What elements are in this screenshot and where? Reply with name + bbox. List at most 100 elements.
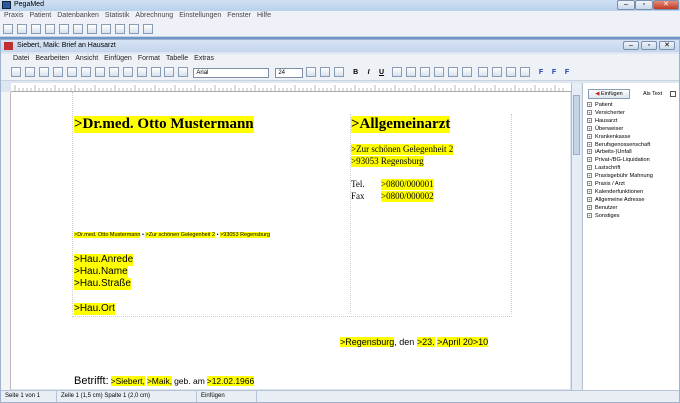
expand-icon[interactable]: + [587,181,592,187]
tree-item[interactable]: + Praxisgebühr Mahnung [587,173,680,181]
tree-item[interactable]: + iArbeits-)Unfall [587,149,680,157]
doc-close-button[interactable]: ✕ [659,41,675,50]
chart-icon[interactable] [128,24,139,34]
border-icon[interactable] [392,67,403,77]
tree-item[interactable]: + Lastschrift [587,165,680,173]
align-middle-icon[interactable] [334,67,345,77]
maximize-button[interactable]: ▫ [635,0,653,10]
calendar-icon[interactable] [44,24,55,34]
as-text-checkbox[interactable] [670,91,676,97]
card-icon[interactable] [16,24,27,34]
letter-icon[interactable] [142,24,153,34]
paste-icon[interactable] [108,67,119,77]
expand-icon[interactable]: + [587,196,592,202]
tree-item[interactable]: + Privat-/BG-Liquidation [587,157,680,165]
tree-item[interactable]: + Kalenderfunktionen [587,189,680,197]
table-icon[interactable] [164,67,175,77]
spellcheck-icon[interactable] [150,67,161,77]
tree-item[interactable]: + Überweiser [587,126,680,134]
tree-item[interactable]: + Sonstiges [587,213,680,221]
patient-icon[interactable] [30,24,41,34]
document-page[interactable]: >Dr.med. Otto Mustermann >Allgemeinarzt … [11,92,570,389]
expand-icon[interactable]: + [587,109,592,115]
folder-icon[interactable] [58,24,69,34]
style-icon[interactable] [306,67,317,77]
undo-icon[interactable] [52,67,63,77]
field-button-1[interactable]: F [537,68,546,78]
list-bullets-icon[interactable] [461,67,472,77]
doc-restore-button[interactable]: ▫ [641,41,657,50]
tree-item[interactable]: + Versicherter [587,110,680,118]
expand-icon[interactable]: + [587,133,592,139]
expand-icon[interactable]: + [587,149,592,155]
expand-icon[interactable]: + [587,188,592,194]
paragraph-icon[interactable] [136,67,147,77]
redo-icon[interactable] [66,67,77,77]
font-size-select[interactable]: 24 [275,68,304,78]
justify-icon[interactable] [519,67,530,77]
menu-einfuegen[interactable]: Einfügen [104,55,132,62]
edit-icon[interactable] [100,24,111,34]
font-family-select[interactable]: Arial [193,68,270,78]
menu-fenster[interactable]: Fenster [227,12,251,19]
field-button-3[interactable]: F [562,68,571,78]
align-center-icon[interactable] [491,67,502,77]
horizontal-ruler[interactable] [11,83,571,92]
outdent-icon[interactable] [447,67,458,77]
italic-button[interactable]: I [364,68,373,78]
menu-extras[interactable]: Extras [194,55,214,62]
note-icon[interactable] [86,24,97,34]
menu-format[interactable]: Format [138,55,160,62]
vertical-scrollbar[interactable] [571,83,581,390]
print-preview-icon[interactable] [38,67,49,77]
menu-praxis[interactable]: Praxis [4,12,23,19]
tree-item[interactable]: + Allgemeine Adresse [587,197,680,205]
expand-icon[interactable]: + [587,117,592,123]
tree-item[interactable]: + Hausarzt [587,118,680,126]
underline-button[interactable]: U [377,68,386,78]
expand-icon[interactable]: + [587,157,592,163]
find-icon[interactable] [122,67,133,77]
save-icon[interactable] [24,67,35,77]
scroll-thumb[interactable] [573,95,580,155]
list-icon[interactable] [72,24,83,34]
menu-datei[interactable]: Datei [13,55,29,62]
cut-icon[interactable] [80,67,91,77]
bold-button[interactable]: B [351,68,360,78]
menu-bearbeiten[interactable]: Bearbeiten [35,55,69,62]
tree-item[interactable]: + Praxis / Arzt [587,181,680,189]
tree-item[interactable]: + Patient [587,102,680,110]
menu-ansicht[interactable]: Ansicht [75,55,98,62]
align-left-icon[interactable] [477,67,488,77]
align-top-icon[interactable] [320,67,331,77]
expand-icon[interactable]: + [587,165,592,171]
tree-item[interactable]: + Krankenkasse [587,134,680,142]
menu-einstellungen[interactable]: Einstellungen [179,12,221,19]
columns-icon[interactable] [419,67,430,77]
shading-icon[interactable] [405,67,416,77]
mail-icon[interactable] [114,24,125,34]
align-right-icon[interactable] [505,67,516,77]
image-icon[interactable] [178,67,189,77]
minimize-button[interactable]: – [617,0,635,10]
expand-icon[interactable]: + [587,125,592,131]
tree-item[interactable]: + Benutzer [587,205,680,213]
menu-hilfe[interactable]: Hilfe [257,12,271,19]
tree-item[interactable]: + Berufsgenossenschaft [587,142,680,150]
insert-field-button[interactable]: ◀ Einfügen [588,89,630,99]
copy-icon[interactable] [94,67,105,77]
menu-tabelle[interactable]: Tabelle [166,55,188,62]
menu-datenbanken[interactable]: Datenbanken [57,12,99,19]
print-icon[interactable] [3,24,13,34]
expand-icon[interactable]: + [587,141,592,147]
menu-patient[interactable]: Patient [29,12,51,19]
vertical-ruler[interactable] [1,92,11,392]
expand-icon[interactable]: + [587,173,592,179]
close-button[interactable]: ✕ [653,0,679,10]
expand-icon[interactable]: + [587,102,592,108]
menu-statistik[interactable]: Statistik [105,12,130,19]
expand-icon[interactable]: + [587,204,592,210]
new-icon[interactable] [11,67,21,77]
expand-icon[interactable]: + [587,212,592,218]
doc-minimize-button[interactable]: – [623,41,639,50]
